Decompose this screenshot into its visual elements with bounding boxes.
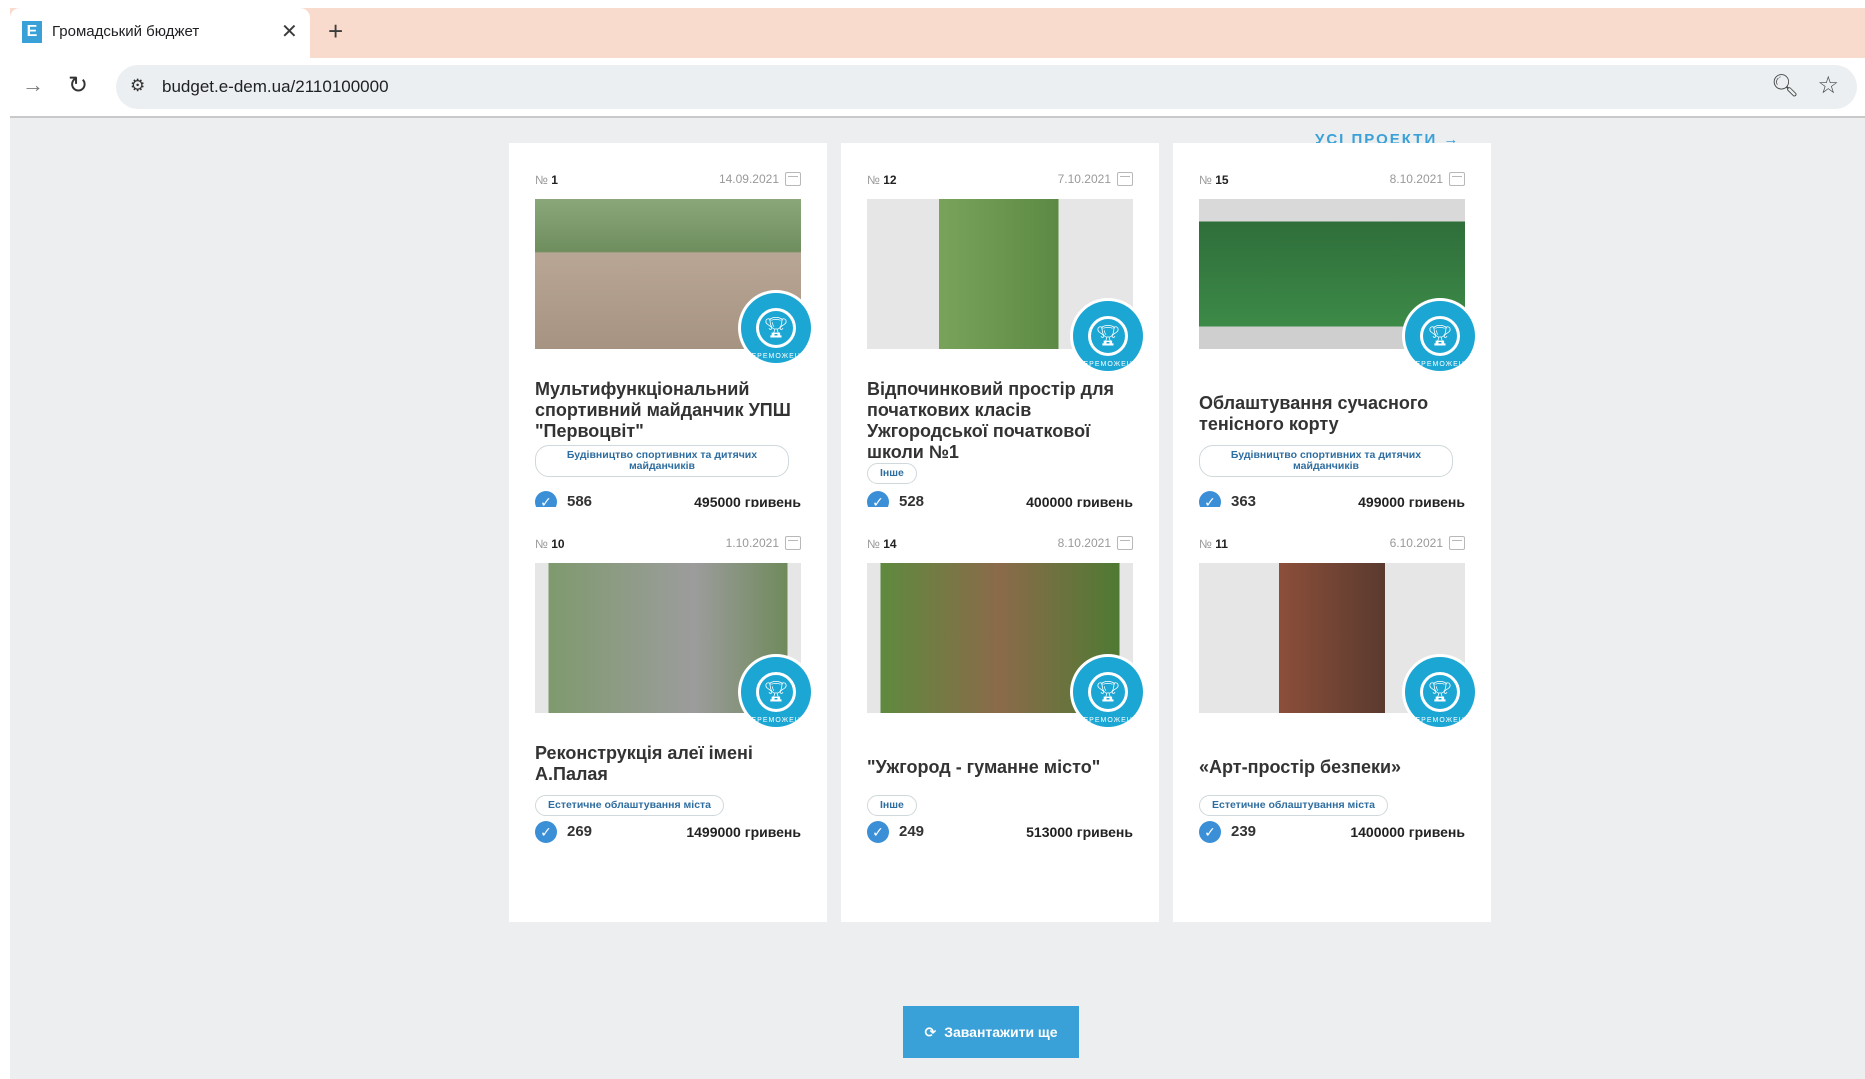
vote-check-icon: ✓ — [1199, 821, 1221, 843]
reload-icon[interactable]: ↻ — [68, 71, 88, 100]
project-date: 8.10.2021 — [1058, 536, 1133, 550]
load-more-button[interactable]: ⟳ Завантажити ще — [903, 1006, 1079, 1058]
winner-badge-icon: 🏆︎ ПЕРЕМОЖЕЦЬ — [1405, 657, 1475, 727]
refresh-icon: ⟳ — [924, 1023, 937, 1040]
winner-badge-icon: 🏆︎ ПЕРЕМОЖЕЦЬ — [741, 293, 811, 363]
tab-strip: E Громадський бюджет ✕ + — [10, 8, 1865, 58]
project-date: 14.09.2021 — [719, 172, 801, 186]
winner-badge-icon: 🏆︎ ПЕРЕМОЖЕЦЬ — [741, 657, 811, 727]
calendar-icon — [1449, 172, 1465, 186]
close-icon[interactable]: ✕ — [281, 19, 298, 44]
project-title[interactable]: Облаштування сучасного тенісного корту — [1199, 393, 1465, 435]
project-date: 7.10.2021 — [1058, 172, 1133, 186]
category-tag[interactable]: Інше — [867, 795, 917, 816]
project-card[interactable]: № 15 8.10.2021 🏆︎ ПЕРЕМОЖЕЦЬ Облаштуванн… — [1173, 143, 1491, 558]
address-bar[interactable]: ⚙ budget.e-dem.ua/2110100000 🔍︎ ☆ — [116, 65, 1857, 109]
vote-count: 269 — [567, 823, 593, 840]
trophy-icon: 🏆︎ — [756, 308, 796, 348]
project-number: № 1 — [535, 173, 558, 187]
category-tag[interactable]: Інше — [867, 463, 917, 484]
project-date: 8.10.2021 — [1390, 172, 1465, 186]
category-tag[interactable]: Будівництво спортивних та дитячих майдан… — [535, 445, 789, 477]
project-title[interactable]: Відпочинковий простір для початкових кла… — [867, 379, 1133, 463]
load-more-label: Завантажити ще — [944, 1024, 1058, 1040]
trophy-icon: 🏆︎ — [1420, 672, 1460, 712]
project-title[interactable]: «Арт-простір безпеки» — [1199, 757, 1465, 778]
site-info-icon[interactable]: ⚙ — [130, 76, 145, 96]
category-tag[interactable]: Естетичне облаштування міста — [535, 795, 725, 816]
project-card[interactable]: № 14 8.10.2021 🏆︎ ПЕРЕМОЖЕЦЬ "Ужгород - … — [841, 507, 1159, 922]
project-title[interactable]: Реконструкція алеї імені А.Палая — [535, 743, 801, 785]
project-date: 6.10.2021 — [1390, 536, 1465, 550]
calendar-icon — [1117, 536, 1133, 550]
favicon-icon: E — [22, 21, 42, 43]
calendar-icon — [785, 536, 801, 550]
star-icon[interactable]: ☆ — [1817, 71, 1839, 100]
calendar-icon — [1449, 536, 1465, 550]
project-number: № 10 — [535, 537, 565, 551]
vote-count: 249 — [899, 823, 925, 840]
project-number: № 11 — [1199, 537, 1228, 551]
winner-badge-icon: 🏆︎ ПЕРЕМОЖЕЦЬ — [1073, 657, 1143, 727]
browser-tab[interactable]: E Громадський бюджет ✕ — [10, 8, 310, 58]
project-card[interactable]: № 11 6.10.2021 🏆︎ ПЕРЕМОЖЕЦЬ «Арт-прості… — [1173, 507, 1491, 922]
project-card[interactable]: № 10 1.10.2021 🏆︎ ПЕРЕМОЖЕЦЬ Реконструкц… — [509, 507, 827, 922]
page-content: УСІ ПРОЕКТИ → № 1 14.09.2021 🏆︎ ПЕРЕМОЖЕ… — [10, 118, 1865, 1079]
vote-count: 239 — [1231, 823, 1257, 840]
project-card[interactable]: № 1 14.09.2021 🏆︎ ПЕРЕМОЖЕЦЬ Мультифункц… — [509, 143, 827, 558]
project-title[interactable]: Мультифункціональний спортивний майданчи… — [535, 379, 801, 442]
project-cost: 1400000 гривень — [1350, 824, 1465, 840]
project-title[interactable]: "Ужгород - гуманне місто" — [867, 757, 1133, 778]
category-tag[interactable]: Будівництво спортивних та дитячих майдан… — [1199, 445, 1453, 477]
zoom-icon[interactable]: 🔍︎ — [1771, 73, 1799, 99]
trophy-icon: 🏆︎ — [1420, 316, 1460, 356]
project-cost: 513000 гривень — [1026, 824, 1133, 840]
forward-arrow-icon[interactable]: → — [22, 72, 44, 98]
category-tag[interactable]: Естетичне облаштування міста — [1199, 795, 1389, 816]
vote-check-icon: ✓ — [535, 821, 557, 843]
tab-title: Громадський бюджет — [52, 23, 200, 40]
calendar-icon — [1117, 172, 1133, 186]
project-number: № 12 — [867, 173, 897, 187]
browser-toolbar: → ↻ ⚙ budget.e-dem.ua/2110100000 🔍︎ ☆ — [10, 58, 1865, 116]
project-date: 1.10.2021 — [726, 536, 801, 550]
project-card[interactable]: № 12 7.10.2021 🏆︎ ПЕРЕМОЖЕЦЬ Відпочинков… — [841, 143, 1159, 558]
trophy-icon: 🏆︎ — [1088, 316, 1128, 356]
winner-badge-icon: 🏆︎ ПЕРЕМОЖЕЦЬ — [1405, 301, 1475, 371]
trophy-icon: 🏆︎ — [756, 672, 796, 712]
calendar-icon — [785, 172, 801, 186]
url-text[interactable]: budget.e-dem.ua/2110100000 — [162, 77, 389, 97]
trophy-icon: 🏆︎ — [1088, 672, 1128, 712]
project-number: № 15 — [1199, 173, 1229, 187]
project-cost: 1499000 гривень — [686, 824, 801, 840]
plus-icon[interactable]: + — [328, 16, 343, 47]
project-number: № 14 — [867, 537, 897, 551]
winner-badge-icon: 🏆︎ ПЕРЕМОЖЕЦЬ — [1073, 301, 1143, 371]
browser-window: E Громадський бюджет ✕ + → ↻ ⚙ budget.e-… — [10, 0, 1865, 1079]
vote-check-icon: ✓ — [867, 821, 889, 843]
